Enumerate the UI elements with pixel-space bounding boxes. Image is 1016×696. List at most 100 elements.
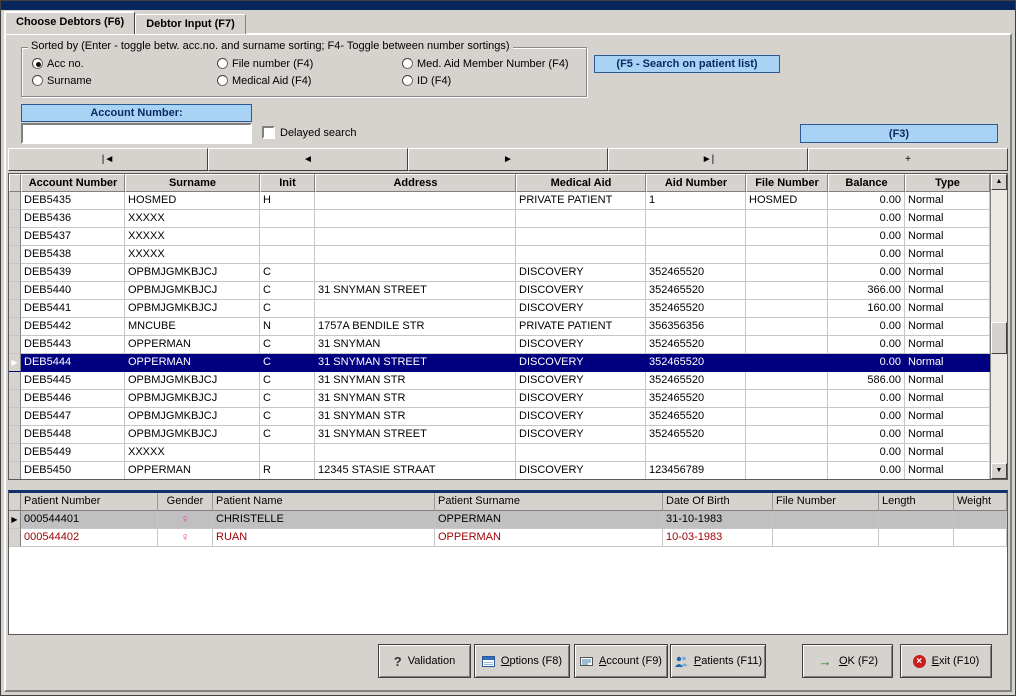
debtor-cell[interactable]: 0.00: [828, 210, 905, 228]
debtor-cell[interactable]: DEB5443: [21, 336, 125, 354]
debtor-row[interactable]: DEB5450OPPERMANR12345 STASIE STRAATDISCO…: [9, 462, 990, 480]
debtor-cell[interactable]: [260, 246, 315, 264]
debtor-cell[interactable]: 31 SNYMAN STR: [315, 408, 516, 426]
debtor-cell[interactable]: OPPERMAN: [125, 462, 260, 480]
debtor-cell[interactable]: Normal: [905, 372, 990, 390]
debtor-cell[interactable]: 352465520: [646, 408, 746, 426]
debtor-cell[interactable]: DEB5441: [21, 300, 125, 318]
debtor-cell[interactable]: Normal: [905, 264, 990, 282]
nav-prior-button[interactable]: ◄: [208, 148, 408, 171]
debtor-cell[interactable]: C: [260, 372, 315, 390]
debtor-cell[interactable]: 0.00: [828, 462, 905, 480]
debtor-cell[interactable]: OPBMJGMKBJCJ: [125, 408, 260, 426]
f3-button[interactable]: (F3): [800, 124, 998, 143]
debtor-row[interactable]: DEB5446OPBMJGMKBJCJC31 SNYMAN STRDISCOVE…: [9, 390, 990, 408]
debtor-cell[interactable]: [746, 264, 828, 282]
f5-search-patient-button[interactable]: (F5 - Search on patient list): [594, 55, 780, 73]
debtor-cell[interactable]: [646, 210, 746, 228]
debtor-cell[interactable]: 366.00: [828, 282, 905, 300]
debtor-cell[interactable]: C: [260, 264, 315, 282]
debtor-row[interactable]: DEB5441OPBMJGMKBJCJCDISCOVERY35246552016…: [9, 300, 990, 318]
debtor-row[interactable]: DEB5438XXXXX0.00Normal: [9, 246, 990, 264]
debtor-cell[interactable]: 0.00: [828, 408, 905, 426]
nav-first-button[interactable]: |◄: [8, 148, 208, 171]
debtor-row[interactable]: DEB5445OPBMJGMKBJCJC31 SNYMAN STRDISCOVE…: [9, 372, 990, 390]
debtor-cell[interactable]: DEB5439: [21, 264, 125, 282]
debtor-cell[interactable]: Normal: [905, 390, 990, 408]
debtor-cell[interactable]: C: [260, 408, 315, 426]
debtor-cell[interactable]: [260, 210, 315, 228]
scrollbar-thumb[interactable]: [991, 322, 1007, 354]
debtor-cell[interactable]: R: [260, 462, 315, 480]
debtor-cell[interactable]: DISCOVERY: [516, 426, 646, 444]
debtor-cell[interactable]: DISCOVERY: [516, 354, 646, 372]
patient-column-header[interactable]: Date Of Birth: [663, 493, 773, 511]
patient-cell[interactable]: [773, 511, 879, 529]
patient-row[interactable]: ▶000544401♀CHRISTELLEOPPERMAN31-10-1983: [9, 511, 1007, 529]
debtor-cell[interactable]: [746, 408, 828, 426]
debtor-cell[interactable]: 31 SNYMAN STREET: [315, 282, 516, 300]
options-button[interactable]: Options (F8): [474, 644, 570, 678]
debtor-cell[interactable]: [516, 444, 646, 462]
debtor-cell[interactable]: XXXXX: [125, 210, 260, 228]
debtor-cell[interactable]: 352465520: [646, 372, 746, 390]
debtor-cell[interactable]: [516, 228, 646, 246]
debtor-row[interactable]: DEB5449XXXXX0.00Normal: [9, 444, 990, 462]
debtor-cell[interactable]: DEB5449: [21, 444, 125, 462]
debtor-cell[interactable]: 31 SNYMAN: [315, 336, 516, 354]
debtor-cell[interactable]: C: [260, 300, 315, 318]
debtor-cell[interactable]: DEB5436: [21, 210, 125, 228]
debtor-cell[interactable]: PRIVATE PATIENT: [516, 318, 646, 336]
debtor-cell[interactable]: MNCUBE: [125, 318, 260, 336]
tab-choose-debtors[interactable]: Choose Debtors (F6): [4, 11, 135, 34]
debtor-cell[interactable]: XXXXX: [125, 246, 260, 264]
debtor-cell[interactable]: DEB5435: [21, 192, 125, 210]
debtor-cell[interactable]: Normal: [905, 246, 990, 264]
debtor-cell[interactable]: XXXXX: [125, 228, 260, 246]
debtor-column-header[interactable]: Surname: [125, 174, 260, 192]
patient-cell[interactable]: RUAN: [213, 529, 435, 547]
debtor-cell[interactable]: 0.00: [828, 228, 905, 246]
debtor-cell[interactable]: 31 SNYMAN STREET: [315, 354, 516, 372]
debtor-cell[interactable]: C: [260, 282, 315, 300]
debtor-row[interactable]: ▶DEB5444OPPERMANC31 SNYMAN STREETDISCOVE…: [9, 354, 990, 372]
debtor-cell[interactable]: 352465520: [646, 336, 746, 354]
debtor-row[interactable]: DEB5435HOSMEDHPRIVATE PATIENT1HOSMED0.00…: [9, 192, 990, 210]
patient-cell[interactable]: 000544401: [21, 511, 158, 529]
nav-next-button[interactable]: ►: [408, 148, 608, 171]
debtor-cell[interactable]: [746, 390, 828, 408]
debtor-cell[interactable]: 352465520: [646, 426, 746, 444]
debtor-cell[interactable]: [646, 444, 746, 462]
debtor-column-header[interactable]: Type: [905, 174, 990, 192]
debtor-cell[interactable]: 31 SNYMAN STREET: [315, 426, 516, 444]
debtor-cell[interactable]: 0.00: [828, 336, 905, 354]
debtor-cell[interactable]: DISCOVERY: [516, 390, 646, 408]
debtor-cell[interactable]: [516, 246, 646, 264]
debtor-row[interactable]: DEB5440OPBMJGMKBJCJC31 SNYMAN STREETDISC…: [9, 282, 990, 300]
validation-button[interactable]: ? Validation: [378, 644, 471, 678]
debtor-cell[interactable]: XXXXX: [125, 444, 260, 462]
debtor-column-header[interactable]: Balance: [828, 174, 905, 192]
debtor-cell[interactable]: [646, 228, 746, 246]
debtor-row[interactable]: DEB5437XXXXX0.00Normal: [9, 228, 990, 246]
debtor-row[interactable]: DEB5447OPBMJGMKBJCJC31 SNYMAN STRDISCOVE…: [9, 408, 990, 426]
vertical-scrollbar[interactable]: ▲ ▼: [990, 174, 1007, 479]
debtor-cell[interactable]: OPPERMAN: [125, 336, 260, 354]
debtor-cell[interactable]: 0.00: [828, 354, 905, 372]
patient-cell[interactable]: [954, 529, 1007, 547]
debtor-cell[interactable]: DISCOVERY: [516, 336, 646, 354]
debtor-cell[interactable]: [260, 228, 315, 246]
debtor-cell[interactable]: C: [260, 426, 315, 444]
debtor-cell[interactable]: [315, 210, 516, 228]
debtor-cell[interactable]: Normal: [905, 282, 990, 300]
patient-column-header[interactable]: Gender: [158, 493, 213, 511]
patient-column-header[interactable]: Length: [879, 493, 954, 511]
debtor-cell[interactable]: 0.00: [828, 390, 905, 408]
debtor-cell[interactable]: DISCOVERY: [516, 300, 646, 318]
debtor-cell[interactable]: 586.00: [828, 372, 905, 390]
debtor-cell[interactable]: C: [260, 390, 315, 408]
debtor-cell[interactable]: Normal: [905, 462, 990, 480]
debtor-cell[interactable]: Normal: [905, 426, 990, 444]
debtor-cell[interactable]: DISCOVERY: [516, 372, 646, 390]
debtor-row[interactable]: DEB5448OPBMJGMKBJCJC31 SNYMAN STREETDISC…: [9, 426, 990, 444]
